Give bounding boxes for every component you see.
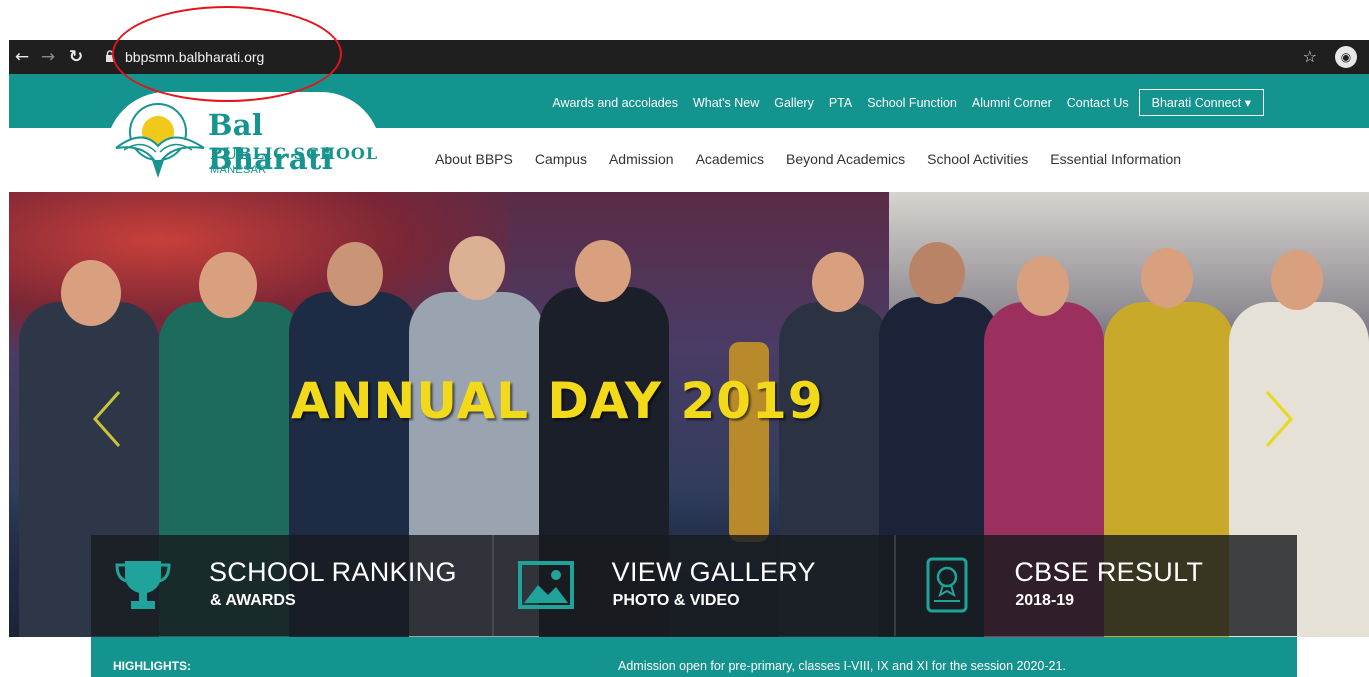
highlights-bar: HIGHLIGHTS: Admission open for pre-prima… xyxy=(91,637,1297,677)
trophy-icon xyxy=(115,561,171,609)
back-icon[interactable]: ← xyxy=(11,40,33,74)
feature-tiles: SCHOOL RANKING & AWARDS VIEW GALLERY PHO… xyxy=(91,535,1298,636)
tile-title: VIEW GALLERY xyxy=(611,557,816,587)
image-icon xyxy=(517,561,574,609)
top-nav: Awards and accolades What's New Gallery … xyxy=(537,89,1264,116)
reload-icon[interactable]: ↻ xyxy=(65,40,87,74)
tile-cbse-result[interactable]: CBSE RESULT 2018-19 xyxy=(896,535,1298,636)
lock-icon xyxy=(105,49,117,65)
main-nav-about[interactable]: About BBPS xyxy=(435,151,513,167)
tile-school-ranking[interactable]: SCHOOL RANKING & AWARDS xyxy=(91,535,494,636)
tile-subtitle: & AWARDS xyxy=(210,592,296,609)
logo-subtitle: PUBLIC SCHOOL xyxy=(210,144,379,163)
top-nav-pta[interactable]: PTA xyxy=(829,96,852,110)
incognito-icon[interactable]: ◉ xyxy=(1335,46,1357,68)
url-text[interactable]: bbpsmn.balbharati.org xyxy=(125,49,264,65)
highlights-ticker[interactable]: Admission open for pre-primary, classes … xyxy=(618,659,1066,673)
tile-subtitle: PHOTO & VIDEO xyxy=(612,592,740,609)
main-nav: About BBPS Campus Admission Academics Be… xyxy=(435,151,1203,167)
hero-title: ANNUAL DAY 2019 xyxy=(291,372,824,430)
tile-title: SCHOOL RANKING xyxy=(209,557,457,587)
tile-subtitle: 2018-19 xyxy=(1015,592,1075,609)
top-nav-alumni[interactable]: Alumni Corner xyxy=(972,96,1052,110)
logo-location: MANESAR xyxy=(210,164,267,176)
slider-prev-arrow-icon[interactable] xyxy=(87,388,127,450)
bharati-connect-button[interactable]: Bharati Connect ▾ xyxy=(1138,89,1264,116)
main-nav-school-activities[interactable]: School Activities xyxy=(927,151,1028,167)
forward-icon[interactable]: → xyxy=(37,40,59,74)
main-nav-campus[interactable]: Campus xyxy=(535,151,587,167)
top-nav-contact[interactable]: Contact Us xyxy=(1067,96,1129,110)
highlights-label: HIGHLIGHTS: xyxy=(113,659,191,673)
tile-title: CBSE RESULT xyxy=(1014,557,1204,587)
address-bar[interactable]: bbpsmn.balbharati.org xyxy=(97,44,1267,70)
main-nav-essential-info[interactable]: Essential Information xyxy=(1050,151,1181,167)
tile-view-gallery[interactable]: VIEW GALLERY PHOTO & VIDEO xyxy=(493,535,897,636)
certificate-icon xyxy=(926,557,968,613)
main-nav-admission[interactable]: Admission xyxy=(609,151,674,167)
main-nav-beyond-academics[interactable]: Beyond Academics xyxy=(786,151,905,167)
star-icon[interactable]: ☆ xyxy=(1303,47,1317,66)
school-emblem-icon xyxy=(115,103,205,178)
main-nav-academics[interactable]: Academics xyxy=(696,151,764,167)
top-nav-gallery[interactable]: Gallery xyxy=(774,96,814,110)
top-nav-awards[interactable]: Awards and accolades xyxy=(552,96,678,110)
top-nav-whats-new[interactable]: What's New xyxy=(693,96,759,110)
slider-next-arrow-icon[interactable] xyxy=(1259,388,1299,450)
top-nav-school-function[interactable]: School Function xyxy=(867,96,957,110)
school-logo[interactable]: Bal Bharati PUBLIC SCHOOL MANESAR xyxy=(106,92,381,190)
browser-toolbar: ← → ↻ bbpsmn.balbharati.org ☆ ◉ xyxy=(9,40,1369,74)
